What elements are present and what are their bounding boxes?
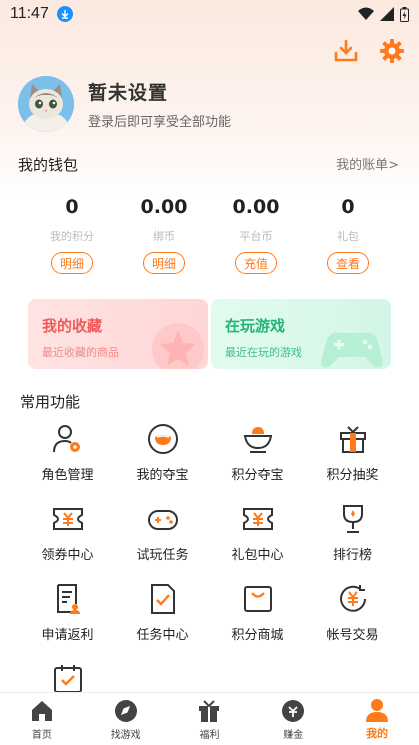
gift-packs-value: 0 (341, 196, 355, 218)
gift-packs-label: 礼包 (337, 230, 359, 243)
gift-center-icon (242, 508, 273, 530)
tab-mine[interactable]: 我的 (335, 693, 419, 745)
tab-label: 我的 (366, 727, 389, 740)
money-bag-icon (282, 699, 305, 722)
wallet-item-bound-coins: 0.00 绑币 明细 (132, 196, 196, 274)
compass-icon (114, 699, 137, 722)
signal-icon (380, 7, 394, 21)
rebate-icon (56, 584, 80, 614)
recharge-button[interactable]: 充值 (234, 252, 277, 274)
tab-label: 福利 (199, 729, 220, 741)
coupon-center-icon (52, 508, 83, 530)
ranking-icon (342, 505, 363, 533)
favorites-card[interactable]: 我的收藏 最近收藏的商品 (28, 299, 208, 369)
bound-coins-label: 绑币 (153, 230, 175, 243)
functions-grid: 角色管理 我的夺宝 积分夺宝 积分抽奖 领券中心 试玩任务 礼包中心 排行榜 申… (20, 422, 400, 730)
status-time: 11:47 (10, 5, 49, 22)
function-task-center[interactable]: 任务中心 (115, 582, 210, 650)
wallet-item-gift-packs: 0 礼包 查看 (316, 196, 380, 274)
gamepad-icon (317, 325, 387, 369)
function-role-manage[interactable]: 角色管理 (20, 422, 115, 490)
settings-gear-icon[interactable] (379, 38, 405, 64)
wallet-item-points: 0 我的积分 明细 (40, 196, 104, 274)
role-manage-icon (52, 425, 80, 453)
function-label: 我的夺宝 (136, 468, 189, 483)
task-center-icon (150, 584, 175, 614)
function-coupon-center[interactable]: 领券中心 (20, 502, 115, 570)
tab-home[interactable]: 首页 (0, 693, 84, 745)
download-notification-icon (56, 6, 73, 22)
function-label: 领券中心 (41, 548, 94, 563)
points-treasure-icon (243, 427, 272, 453)
download-icon[interactable] (333, 38, 359, 64)
points-detail-button[interactable]: 明细 (50, 252, 93, 274)
gift-icon (199, 699, 220, 722)
home-icon (31, 700, 52, 721)
tab-welfare[interactable]: 福利 (168, 693, 252, 745)
wallet-header: 我的钱包 我的账单> (18, 154, 399, 175)
checkin-icon (53, 665, 82, 693)
top-actions (333, 38, 405, 64)
function-ranking[interactable]: 排行榜 (305, 502, 400, 570)
platform-coins-value: 0.00 (232, 196, 280, 218)
tab-find-games[interactable]: 找游戏 (84, 693, 168, 745)
user-icon (366, 699, 389, 722)
points-value: 0 (65, 196, 79, 218)
function-points-lottery[interactable]: 积分抽奖 (305, 422, 400, 490)
tab-label: 赚金 (283, 729, 304, 741)
function-label: 礼包中心 (231, 548, 284, 563)
bound-coins-detail-button[interactable]: 明细 (142, 252, 185, 274)
points-lottery-icon (339, 426, 366, 453)
profile-text: 暂未设置 登录后即可享受全部功能 (88, 78, 231, 130)
function-points-treasure[interactable]: 积分夺宝 (210, 422, 305, 490)
function-label: 积分夺宝 (231, 468, 284, 483)
avatar[interactable] (18, 76, 74, 132)
bottom-tab-bar: 首页 找游戏 福利 赚金 我的 (0, 692, 419, 745)
view-gift-packs-button[interactable]: 查看 (326, 252, 369, 274)
status-indicators (358, 6, 409, 22)
points-mall-icon (243, 586, 272, 612)
common-functions-title: 常用功能 (20, 393, 81, 411)
function-my-treasure[interactable]: 我的夺宝 (115, 422, 210, 490)
login-hint: 登录后即可享受全部功能 (88, 115, 232, 130)
function-label: 试玩任务 (136, 548, 189, 563)
function-label: 帐号交易 (326, 628, 379, 643)
account-trade-icon (339, 585, 366, 612)
function-rebate[interactable]: 申请返利 (20, 582, 115, 650)
tab-label: 找游戏 (110, 729, 141, 741)
star-icon (148, 319, 204, 369)
my-treasure-icon (147, 424, 178, 454)
function-account-trade[interactable]: 帐号交易 (305, 582, 400, 650)
battery-icon (400, 6, 409, 22)
points-label: 我的积分 (50, 230, 94, 243)
profile-name[interactable]: 暂未设置 (88, 78, 231, 105)
status-bar: 11:47 (0, 0, 419, 28)
wallet-item-platform-coins: 0.00 平台币 充值 (224, 196, 288, 274)
function-label: 角色管理 (41, 468, 94, 483)
wallet-title: 我的钱包 (18, 156, 79, 174)
function-label: 任务中心 (136, 628, 189, 643)
wifi-icon (358, 7, 374, 20)
function-trial-task[interactable]: 试玩任务 (115, 502, 210, 570)
tab-earn[interactable]: 赚金 (251, 693, 335, 745)
trial-task-icon (147, 510, 178, 530)
playing-games-card[interactable]: 在玩游戏 最近在玩的游戏 (211, 299, 391, 369)
profile-section[interactable]: 暂未设置 登录后即可享受全部功能 (18, 76, 231, 132)
function-label: 申请返利 (41, 628, 94, 643)
wallet-grid: 0 我的积分 明细 0.00 绑币 明细 0.00 平台币 充值 0 礼包 查看 (40, 196, 380, 274)
function-label: 排行榜 (332, 548, 372, 563)
function-gift-center[interactable]: 礼包中心 (210, 502, 305, 570)
function-label: 积分商城 (231, 628, 284, 643)
function-points-mall[interactable]: 积分商城 (210, 582, 305, 650)
bound-coins-value: 0.00 (140, 196, 188, 218)
platform-coins-label: 平台币 (239, 230, 273, 243)
my-bill-link[interactable]: 我的账单> (336, 154, 399, 175)
function-label: 积分抽奖 (326, 468, 379, 483)
tab-label: 首页 (31, 729, 52, 741)
